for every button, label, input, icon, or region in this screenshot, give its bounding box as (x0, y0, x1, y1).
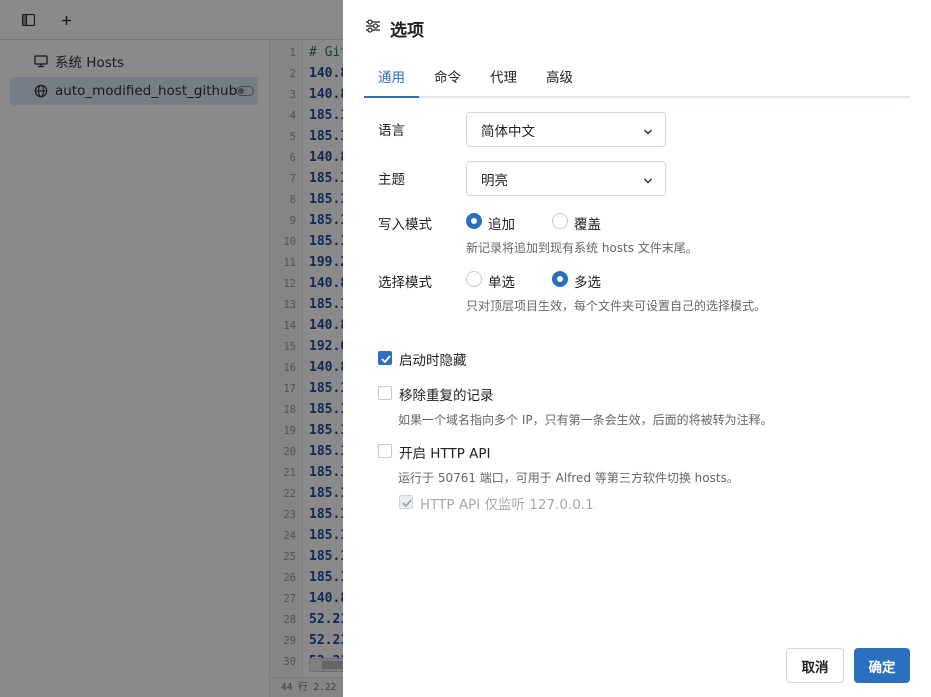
write-mode-label: 写入模式 (378, 217, 432, 233)
check-icon (402, 499, 412, 508)
write-mode-append-label[interactable]: 追加 (488, 213, 515, 233)
cancel-button[interactable]: 取消 (786, 648, 844, 683)
write-mode-overwrite-radio[interactable] (552, 213, 568, 229)
chevron-down-icon (643, 125, 653, 135)
http-api-local-only-label: HTTP API 仅监听 127.0.0.1 (420, 497, 594, 513)
write-mode-append-radio[interactable] (466, 213, 482, 229)
http-api-label[interactable]: 开启 HTTP API (399, 442, 491, 462)
chevron-down-icon (643, 174, 653, 184)
choice-mode-multi-label[interactable]: 多选 (574, 271, 601, 291)
choice-mode-single-label[interactable]: 单选 (488, 271, 515, 291)
tab-commands[interactable]: 命令 (420, 62, 475, 98)
drawer-header: 选项 (365, 17, 424, 41)
language-select[interactable]: 简体中文 (466, 112, 666, 147)
tab-proxy[interactable]: 代理 (476, 62, 531, 98)
http-api-local-only-checkbox (399, 495, 413, 509)
theme-select[interactable]: 明亮 (466, 161, 666, 196)
choice-mode-single-radio[interactable] (466, 271, 482, 287)
sliders-icon (365, 19, 381, 37)
tab-general[interactable]: 通用 (364, 62, 419, 98)
hide-at-launch-label[interactable]: 启动时隐藏 (399, 349, 467, 369)
drawer-title: 选项 (390, 20, 424, 41)
hide-at-launch-checkbox[interactable] (378, 351, 392, 365)
theme-value: 明亮 (481, 172, 508, 189)
remove-duplicates-checkbox[interactable] (378, 386, 392, 400)
check-icon (381, 355, 391, 364)
language-value: 简体中文 (481, 123, 535, 140)
write-mode-overwrite-label[interactable]: 覆盖 (574, 213, 601, 233)
tab-advanced[interactable]: 高级 (532, 62, 587, 98)
theme-label: 主题 (378, 172, 405, 188)
language-label: 语言 (378, 123, 405, 139)
ok-button[interactable]: 确定 (854, 648, 910, 683)
tab-bar: 通用 命令 代理 高级 (364, 62, 910, 98)
choice-mode-label: 选择模式 (378, 275, 432, 291)
options-drawer: 选项 通用 命令 代理 高级 语言 简体中文 主题 明亮 写入模式 追加 覆盖 … (343, 0, 931, 697)
remove-duplicates-label[interactable]: 移除重复的记录 (399, 384, 494, 404)
http-api-help: 运行于 50761 端口，可用于 Alfred 等第三方软件切换 hosts。 (398, 471, 739, 485)
choice-mode-help: 只对顶层项目生效，每个文件夹可设置自己的选择模式。 (466, 299, 767, 313)
http-api-checkbox[interactable] (378, 444, 392, 458)
remove-duplicates-help: 如果一个域名指向多个 IP，只有第一条会生效，后面的将被转为注释。 (398, 413, 773, 427)
write-mode-help: 新记录将追加到现有系统 hosts 文件末尾。 (466, 241, 698, 255)
choice-mode-multi-radio[interactable] (552, 271, 568, 287)
